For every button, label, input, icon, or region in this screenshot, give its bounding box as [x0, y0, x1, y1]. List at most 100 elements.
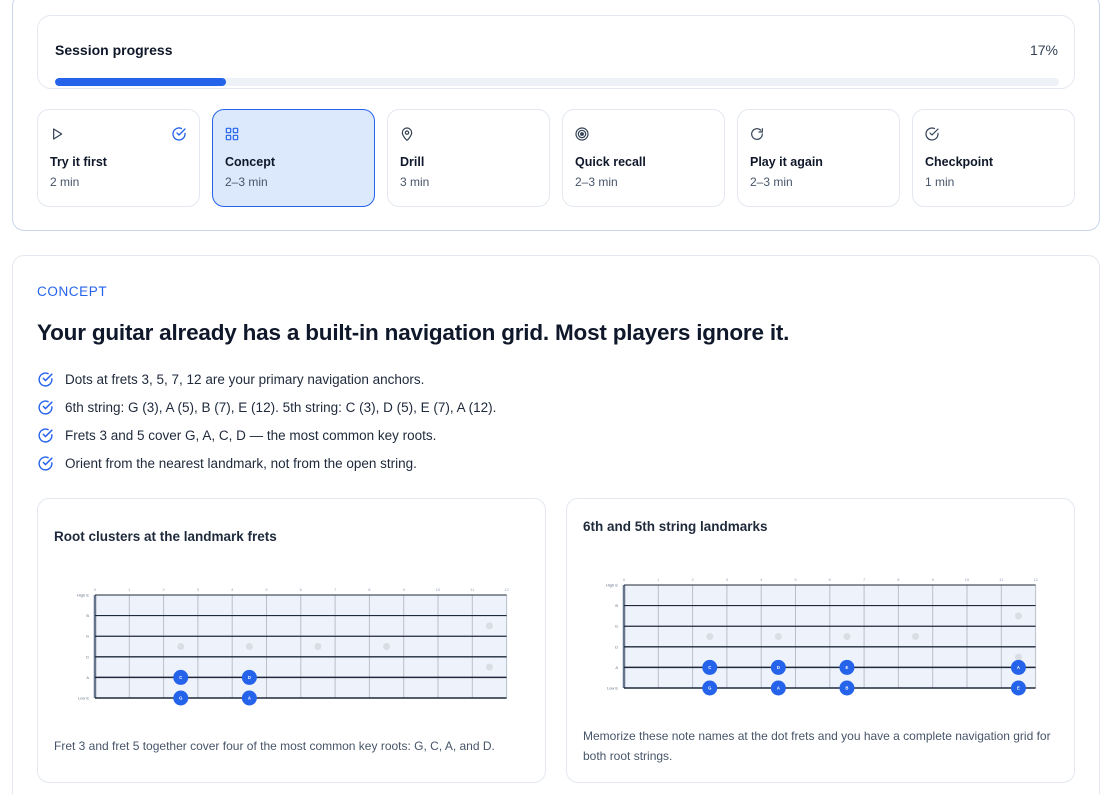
panel-caption: Memorize these note names at the dot fre…	[583, 729, 1051, 763]
step-title: Play it again	[750, 155, 823, 169]
concept-headline: Your guitar already has a built-in navig…	[37, 320, 790, 345]
string-name-label: G	[86, 634, 89, 639]
step-concept[interactable]: Concept 2–3 min	[212, 109, 375, 207]
note-name-label: C	[179, 675, 182, 680]
progress-track	[55, 78, 1059, 86]
fret-inlay-dot	[774, 633, 782, 640]
panel-caption: Fret 3 and fret 5 together cover four of…	[54, 739, 495, 753]
step-try-it-first[interactable]: Try it first 2 min	[37, 109, 200, 207]
note-name-label: A	[777, 686, 780, 691]
note-name-label: G	[708, 686, 711, 691]
fret-number-label: 1	[128, 587, 131, 592]
step-title: Concept	[225, 155, 275, 169]
note-name-label: B	[845, 686, 848, 691]
step-duration: 1 min	[925, 175, 955, 189]
key-point: Frets 3 and 5 cover G, A, C, D — the mos…	[37, 426, 496, 454]
fret-number-label: 5	[794, 577, 797, 582]
step-duration: 2–3 min	[225, 175, 268, 189]
check-circle-icon	[38, 456, 53, 471]
refresh-icon	[751, 128, 763, 140]
fret-number-label: 2	[691, 577, 694, 582]
fret-number-label: 11	[470, 587, 475, 592]
panel-title: Root clusters at the landmark frets	[54, 529, 277, 544]
section-eyebrow: CONCEPT	[37, 284, 108, 299]
key-points: Dots at frets 3, 5, 7, 12 are your prima…	[37, 370, 496, 482]
fret-inlay-dot	[1014, 612, 1022, 620]
fret-number-label: 3	[726, 577, 729, 582]
string-name-label: Low E	[78, 696, 89, 701]
note-name-label: E	[1017, 686, 1020, 691]
play-icon	[53, 128, 63, 140]
fret-number-label: 7	[863, 577, 866, 582]
map-pin-icon	[401, 127, 413, 141]
note-name-label: A	[1017, 665, 1020, 670]
fret-number-label: 9	[932, 577, 935, 582]
step-checkpoint[interactable]: Checkpoint 1 min	[912, 109, 1075, 207]
step-title: Try it first	[50, 155, 107, 169]
note-name-label: A	[248, 696, 251, 701]
key-point: 6th string: G (3), A (5), B (7), E (12).…	[37, 398, 496, 426]
key-point-text: 6th string: G (3), A (5), B (7), E (12).…	[65, 400, 497, 415]
progress-fill	[55, 78, 226, 86]
fret-inlay-dot	[383, 643, 391, 650]
string-name-label: D	[86, 654, 89, 659]
check-circle-icon	[38, 372, 53, 387]
check-circle-icon	[38, 400, 53, 415]
step-title: Drill	[400, 155, 425, 169]
fret-inlay-dot	[706, 633, 714, 640]
fretboard-diagram: 0 1 2 3 4 5 6 7 8 9 10 11 12High EBGDALow EC D E AG A B E	[606, 577, 1039, 696]
key-point-text: Dots at frets 3, 5, 7, 12 are your prima…	[65, 372, 425, 387]
step-title: Checkpoint	[925, 155, 994, 169]
string-name-label: B	[615, 603, 618, 608]
fretboard-panel-string-landmarks: 6th and 5th string landmarks 01234567891…	[566, 498, 1075, 783]
fret-number-label: 8	[897, 577, 900, 582]
session-card: Session progress 17% Try it first 2 min …	[12, 0, 1100, 231]
string-name-label: A	[86, 675, 89, 680]
step-quick-recall[interactable]: Quick recall 2–3 min	[562, 109, 725, 207]
fret-number-label: 5	[265, 587, 268, 592]
step-drill[interactable]: Drill 3 min	[387, 109, 550, 207]
note-name-label: D	[248, 675, 251, 680]
concept-card: CONCEPT Your guitar already has a built-…	[12, 255, 1100, 794]
fret-number-label: 6	[300, 587, 303, 592]
fret-number-label: 3	[197, 587, 200, 592]
string-name-label: B	[86, 613, 89, 618]
string-name-label: G	[615, 624, 618, 629]
step-title: Quick recall	[575, 155, 646, 169]
progress-percent: 17%	[1029, 42, 1058, 58]
fret-inlay-dot	[1014, 653, 1022, 661]
fret-number-label: 8	[368, 587, 371, 592]
key-point: Dots at frets 3, 5, 7, 12 are your prima…	[37, 370, 496, 398]
fret-number-label: 6	[829, 577, 832, 582]
fret-inlay-dot	[485, 622, 493, 630]
fret-number-label: 0	[623, 577, 626, 582]
fret-number-label: 7	[334, 587, 337, 592]
fret-number-label: 12	[1033, 577, 1038, 582]
step-play-it-again[interactable]: Play it again 2–3 min	[737, 109, 900, 207]
string-name-label: High E	[77, 593, 89, 598]
fret-inlay-dot	[843, 633, 851, 640]
key-point: Orient from the nearest landmark, not fr…	[37, 454, 496, 482]
step-duration: 2 min	[50, 175, 80, 189]
note-name-label: C	[708, 665, 711, 670]
note-name-label: G	[179, 696, 182, 701]
key-point-text: Orient from the nearest landmark, not fr…	[65, 456, 417, 471]
string-name-label: Low E	[607, 686, 618, 691]
string-name-label: A	[615, 665, 618, 670]
step-duration: 2–3 min	[750, 175, 793, 189]
fret-number-label: 1	[657, 577, 660, 582]
fret-number-label: 12	[504, 587, 509, 592]
fret-number-label: 4	[231, 587, 234, 592]
fret-number-label: 4	[760, 577, 763, 582]
panel-title: 6th and 5th string landmarks	[583, 519, 768, 534]
step-duration: 3 min	[400, 175, 430, 189]
note-name-label: E	[846, 665, 849, 670]
fret-inlay-dot	[314, 643, 322, 650]
fret-inlay-dot	[912, 633, 920, 640]
fretboard-diagram: 0 1 2 3 4 5 6 7 8 9 10 11 12High EBGDALow EC DG A	[77, 587, 510, 706]
grid-icon	[225, 127, 239, 141]
fret-number-label: 2	[162, 587, 165, 592]
fretboard-panel-root-clusters: Root clusters at the landmark frets 0123…	[37, 498, 546, 783]
string-name-label: High E	[606, 583, 618, 588]
fret-number-label: 11	[999, 577, 1004, 582]
